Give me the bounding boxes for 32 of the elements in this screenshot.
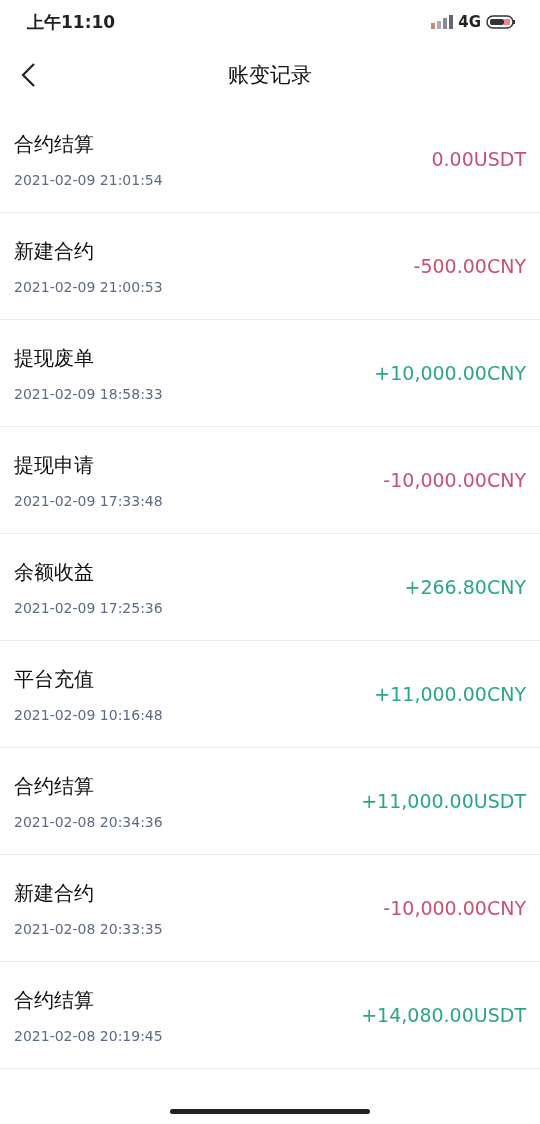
record-amount: -500.00CNY <box>413 255 526 277</box>
record-time: 2021-02-08 20:33:35 <box>14 920 163 937</box>
record-title: 余额收益 <box>14 558 95 586</box>
signal-icon <box>431 15 454 29</box>
record-title: 新建合约 <box>14 879 95 907</box>
record-title: 合约结算 <box>14 130 95 158</box>
page-title: 账变记录 <box>228 62 312 89</box>
record-time: 2021-02-08 20:19:45 <box>14 1027 163 1044</box>
record-amount: +10,000.00CNY <box>374 362 526 384</box>
record-amount: +14,080.00USDT <box>361 1004 526 1026</box>
record-title: 合约结算 <box>14 986 95 1014</box>
record-title: 平台充值 <box>14 665 95 693</box>
record-amount: -10,000.00CNY <box>383 469 526 491</box>
record-time: 2021-02-09 18:58:33 <box>14 385 163 402</box>
record-title: 合约结算 <box>14 772 95 800</box>
record-time: 2021-02-09 10:16:48 <box>14 706 163 723</box>
record-time: 2021-02-09 21:00:53 <box>14 278 163 295</box>
record-title: 提现申请 <box>14 451 95 479</box>
record-time: 2021-02-09 21:01:54 <box>14 171 163 188</box>
status-time: 上午11:10 <box>27 10 116 34</box>
record-time: 2021-02-09 17:25:36 <box>14 599 163 616</box>
network-label: 4G <box>458 13 481 31</box>
record-amount: +266.80CNY <box>404 576 526 598</box>
record-title: 新建合约 <box>14 237 95 265</box>
record-amount: 0.00USDT <box>431 148 526 170</box>
record-title: 提现废单 <box>14 344 95 372</box>
record-time: 2021-02-08 20:34:36 <box>14 813 163 830</box>
battery-icon <box>486 15 516 29</box>
record-amount: +11,000.00USDT <box>361 790 526 812</box>
record-time: 2021-02-09 17:33:48 <box>14 492 163 509</box>
record-amount: -10,000.00CNY <box>383 897 526 919</box>
record-amount: +11,000.00CNY <box>374 683 526 705</box>
